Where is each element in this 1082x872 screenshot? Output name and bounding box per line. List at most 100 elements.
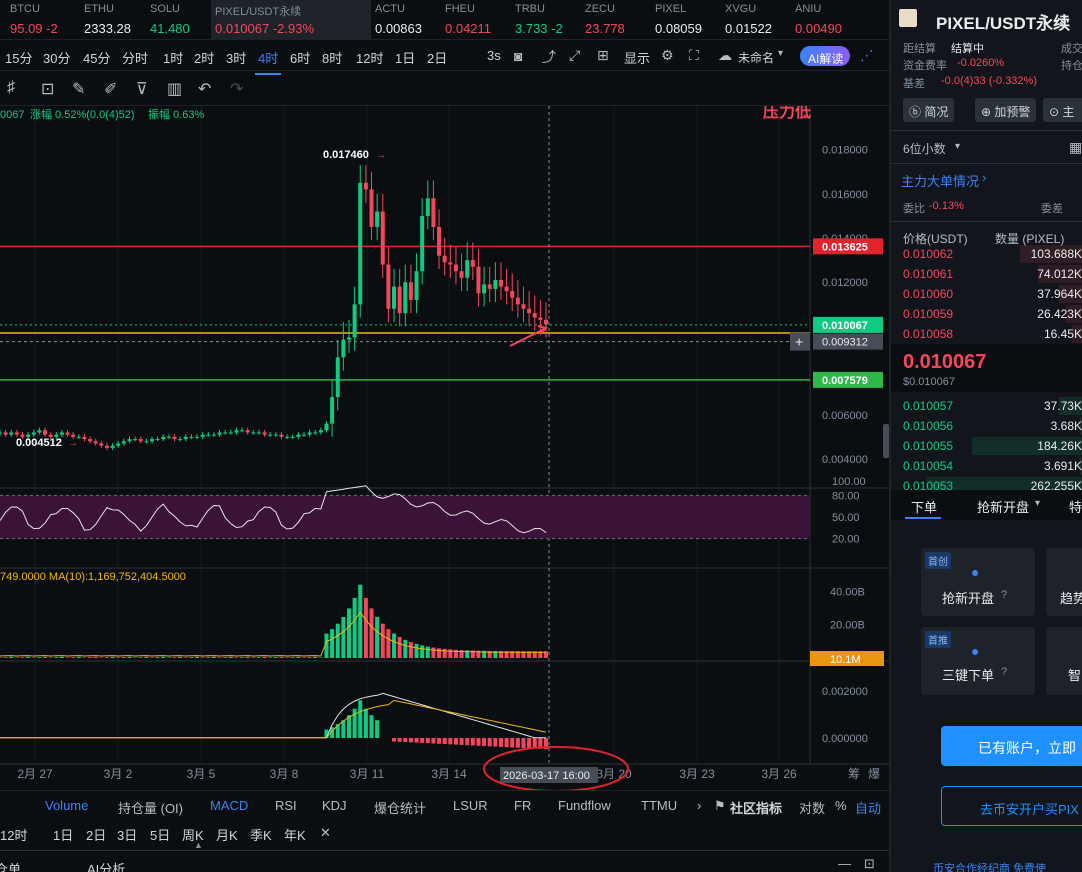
orderbook-row[interactable]: 0.010055 184.26K (903, 436, 1082, 456)
ticker-item[interactable]: XVGU 0.01522 (721, 0, 791, 40)
bottom-tab[interactable]: AI分析 (87, 859, 125, 872)
ai-analysis-button[interactable]: AI解读 (800, 46, 850, 66)
ticker-item[interactable]: ACTU 0.00863 (371, 0, 441, 40)
fullscreen-icon[interactable]: ⤢ (569, 47, 580, 64)
chevron-right-icon[interactable]: › (697, 798, 701, 813)
chevron-down-icon[interactable]: ▾ (1035, 498, 1040, 509)
timeframe-4[interactable]: 1时 (163, 48, 183, 67)
orderbook-row[interactable]: 0.010062 103.688K (903, 244, 1082, 264)
ticker-item[interactable]: PIXEL/USDT永续 0.010067 -2.93% (211, 0, 371, 40)
filter-icon[interactable]: ⊽ (136, 79, 148, 99)
indicator-tab[interactable]: MACD (210, 798, 248, 813)
cloud-icon[interactable]: ☁ (718, 47, 732, 64)
redo-icon[interactable]: ↷ (230, 79, 243, 99)
timeframe2-6[interactable]: 月K (216, 825, 238, 844)
ticker-item[interactable]: PIXEL 0.08059 (651, 0, 721, 40)
card-three-key[interactable]: 首推 ● 三键下单 ? (921, 627, 1035, 695)
ticker-item[interactable]: SOLU 41.480 (146, 0, 211, 40)
indicator-tab[interactable]: FR (514, 798, 531, 813)
indicator-option[interactable]: 对数 (799, 798, 825, 817)
main-button[interactable]: ⊙ 主 (1043, 98, 1082, 122)
card-trend[interactable]: 趋势 (1046, 548, 1082, 616)
tab-special[interactable]: 特 (1069, 497, 1082, 516)
expand-icon[interactable]: ⛶ (689, 47, 699, 64)
card-smart[interactable]: 智 (1046, 627, 1082, 695)
axis-right-label[interactable]: 爆 (868, 767, 880, 781)
refresh-interval[interactable]: 3s (487, 48, 501, 63)
orderbook-row[interactable]: 0.010059 26.423K (903, 304, 1082, 324)
collapse-handle-icon[interactable]: ▲ (194, 840, 203, 850)
ticker-item[interactable]: ANIU 0.00490 (791, 0, 885, 40)
timeframe-6[interactable]: 3时 (226, 48, 246, 67)
timeframe2-0[interactable]: 12时 (0, 825, 27, 844)
timeframe-9[interactable]: 8时 (322, 48, 342, 67)
overview-button[interactable]: ⓑ 简况 (903, 98, 955, 122)
main-orders-link[interactable]: 主力大单情况 (901, 171, 979, 190)
tab-new-listing[interactable]: 抢新开盘 (977, 497, 1029, 516)
register-button[interactable]: 去币安开户买PIX (941, 786, 1082, 826)
precision-select[interactable]: 6位小数 (903, 140, 946, 157)
gear-icon[interactable]: ⚙ (661, 47, 674, 64)
ticker-item[interactable]: ZECU 23.778 (581, 0, 651, 40)
indicator-option[interactable]: 社区指标 (730, 798, 782, 817)
chevron-right-icon[interactable]: › (982, 170, 986, 185)
alert-button[interactable]: ⊕ 加预警 (975, 98, 1037, 122)
timeframe2-4[interactable]: 5日 (150, 825, 170, 844)
undo-icon[interactable]: ↶ (198, 79, 211, 99)
orderbook-row[interactable]: 0.010054 3.691K (903, 456, 1082, 476)
symbol-title[interactable]: PIXEL/USDT永续 (936, 9, 1070, 34)
timeframe2-2[interactable]: 2日 (86, 825, 106, 844)
indicator-tab[interactable]: 持仓量 (OI) (118, 798, 183, 817)
timeframe2-3[interactable]: 3日 (117, 825, 137, 844)
ticker-item[interactable]: ETHU 2333.28 (80, 0, 146, 40)
timeframe-12[interactable]: 2日 (427, 48, 447, 67)
indicator-icon[interactable]: ♯ (7, 79, 15, 97)
indicator-tab[interactable]: RSI (275, 798, 297, 813)
brush-icon[interactable]: ✐ (104, 79, 117, 99)
orderbook-row[interactable]: 0.010056 3.68K (903, 416, 1082, 436)
timeframe-7[interactable]: 4时 (254, 48, 282, 75)
indicator-tab[interactable]: TTMU (641, 798, 677, 813)
minimize-icon[interactable]: — (838, 856, 851, 871)
chevron-down-icon[interactable]: ▾ (778, 48, 783, 59)
price-chart[interactable]: 0067 涨幅 0.52%(0.0(4)52) 振幅 0.63% 压力低 0.01800… (0, 106, 889, 790)
share-network-icon[interactable]: ⋰ (860, 47, 874, 64)
layout-icon[interactable]: ▦ (1069, 139, 1082, 156)
note-icon[interactable]: ✎ (72, 79, 85, 99)
timeframe-1[interactable]: 30分 (43, 48, 70, 67)
close-icon[interactable]: ✕ (320, 825, 331, 841)
trash-icon[interactable]: ▥ (167, 79, 182, 99)
indicator-tab[interactable]: Fundflow (558, 798, 611, 813)
ticker-item[interactable]: FHEU 0.04211 (441, 0, 511, 40)
timeframe2-7[interactable]: 季K (250, 825, 272, 844)
orderbook-row[interactable]: 0.010060 37.964K (903, 284, 1082, 304)
ticker-item[interactable]: TRBU 3.733 -2 (511, 0, 581, 40)
display-button[interactable]: 显示 (624, 48, 650, 67)
indicator-tab[interactable]: Volume (45, 798, 88, 813)
orderbook-row[interactable]: 0.010061 74.012K (903, 264, 1082, 284)
grid-icon[interactable]: ⊞ (597, 47, 609, 64)
chevron-down-icon[interactable]: ▾ (955, 141, 960, 152)
indicator-tab[interactable]: LSUR (453, 798, 488, 813)
template-icon[interactable]: ⊡ (41, 79, 54, 99)
timeframe-5[interactable]: 2时 (194, 48, 214, 67)
login-button[interactable]: 已有账户，立即 (941, 726, 1082, 766)
layout-name[interactable]: 未命名 (738, 49, 774, 66)
indicator-tab[interactable]: 爆仓统计 (374, 798, 426, 817)
timeframe2-8[interactable]: 年K (284, 825, 306, 844)
timeframe-3[interactable]: 分时 (122, 48, 148, 67)
resize-icon[interactable]: ⊡ (864, 856, 875, 872)
share-icon[interactable]: ⤴ (542, 47, 556, 67)
timeframe-2[interactable]: 45分 (83, 48, 110, 67)
camera-icon[interactable]: ◙ (514, 48, 522, 64)
indicator-option[interactable]: 自动 (855, 798, 881, 817)
orderbook-row[interactable]: 0.010057 37.73K (903, 396, 1082, 416)
orderbook-row[interactable]: 0.010058 16.45K (903, 324, 1082, 344)
timeframe2-1[interactable]: 1日 (53, 825, 73, 844)
timeframe-0[interactable]: 15分 (5, 48, 32, 67)
timeframe-10[interactable]: 12时 (356, 48, 383, 67)
timeframe-11[interactable]: 1日 (395, 48, 415, 67)
indicator-tab[interactable]: KDJ (322, 798, 347, 813)
timeframe-8[interactable]: 6时 (290, 48, 310, 67)
tab-order[interactable]: 下单 (911, 497, 937, 516)
